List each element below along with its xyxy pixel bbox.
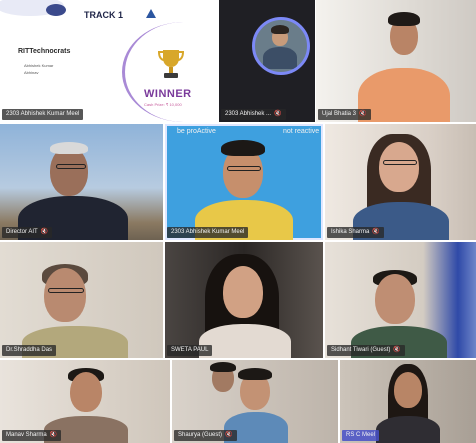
participant-name-label: Dr.Shraddha Das [2, 345, 57, 356]
participant-name-label: 2303 Abhishek ... 🔇 [221, 109, 286, 120]
mic-muted-icon: 🔇 [359, 111, 367, 117]
slide-prize-text: Cash Prize: ₹ 10,000 [144, 102, 182, 107]
video-tile[interactable]: Shaurya (Guest) 🔇 [172, 360, 338, 443]
participant-name-label: SWETA PAUL [167, 345, 213, 356]
mic-muted-icon: 🔇 [274, 111, 282, 117]
mic-muted-icon: 🔇 [372, 229, 380, 235]
slide-winner-text: WINNER [144, 88, 192, 100]
participant-name-label: RS C Meel [342, 430, 380, 441]
virtual-background-text-right: not reactive [283, 128, 320, 135]
video-tile[interactable]: RS C Meel [340, 360, 476, 443]
triangle-logo-icon [146, 9, 156, 18]
participant-name-label: Sidhant Tiwari (Guest) 🔇 [327, 345, 405, 356]
participant-avatar [252, 17, 310, 75]
video-tile[interactable]: Sidhant Tiwari (Guest) 🔇 [325, 242, 476, 358]
participant-name-label: 2303 Abhishek Kumar Meel [167, 227, 249, 238]
video-tile[interactable]: SWETA PAUL [165, 242, 323, 358]
video-tile[interactable]: Manav Sharma 🔇 [0, 360, 170, 443]
participant-name-label: Ishika Sharma 🔇 [327, 227, 384, 238]
video-tile[interactable]: Ujal Bhatia 3 🔇 [316, 0, 476, 122]
participant-name-label: Shaurya (Guest) 🔇 [174, 430, 237, 441]
logo-icon [46, 4, 66, 16]
slide-track: TRACK 1 [84, 10, 124, 20]
slide-team-name: RITTechnocrats [18, 48, 71, 55]
virtual-background-text-left: be proActive [177, 128, 216, 135]
mic-muted-icon: 🔇 [393, 347, 401, 353]
participant-name-label: Director AIT 🔇 [2, 227, 53, 238]
participant-name-label: 2303 Abhishek Kumar Meel [2, 109, 84, 120]
video-tile-active-speaker[interactable]: be proActive not reactive 2303 Abhishek … [165, 124, 323, 240]
participant-name-label: Ujal Bhatia 3 🔇 [318, 109, 371, 120]
video-tile[interactable]: Dr.Shraddha Das [0, 242, 163, 358]
video-grid: TRACK 1 RITTechnocrats Abhishek Kumar Ab… [0, 0, 476, 443]
video-tile-shared-slide[interactable]: TRACK 1 RITTechnocrats Abhishek Kumar Ab… [0, 0, 218, 122]
slide-member: Abhinav [24, 70, 39, 75]
trophy-icon [158, 50, 184, 78]
mic-muted-icon: 🔇 [49, 432, 58, 438]
participant-name-label: Manav Sharma 🔇 [2, 430, 62, 441]
video-tile[interactable]: Director AIT 🔇 [0, 124, 163, 240]
video-tile[interactable]: Ishika Sharma 🔇 [325, 124, 476, 240]
mic-muted-icon: 🔇 [40, 229, 49, 235]
video-tile[interactable]: 2303 Abhishek ... 🔇 [219, 0, 315, 122]
slide-member: Abhishek Kumar [24, 63, 54, 68]
mic-muted-icon: 🔇 [225, 432, 233, 438]
